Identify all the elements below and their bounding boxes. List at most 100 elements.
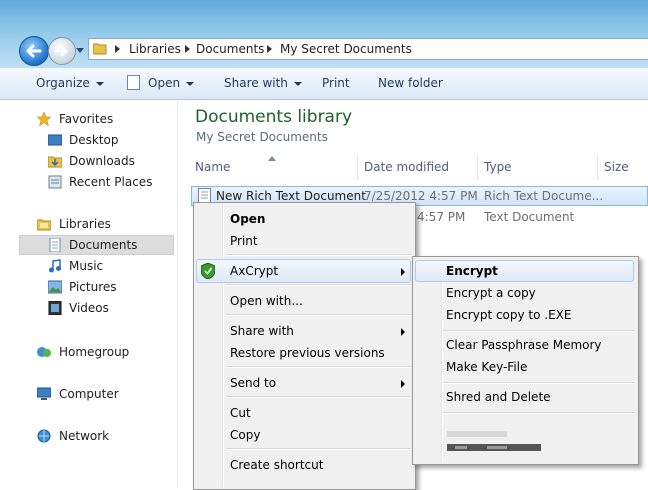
dropdown-arrow-icon [186, 81, 195, 86]
breadcrumb-separator-icon[interactable] [115, 45, 120, 53]
homegroup-icon [37, 347, 51, 357]
nav-item-downloads[interactable]: Downloads [0, 151, 177, 171]
menu-separator [226, 284, 411, 286]
computer-icon [37, 387, 51, 400]
menu-share-with[interactable]: Share with [230, 324, 294, 338]
menu-open[interactable]: Open [230, 212, 265, 226]
column-divider[interactable] [357, 154, 358, 180]
nav-item-desktop[interactable]: Desktop [0, 130, 177, 150]
videos-icon [48, 301, 62, 315]
music-icon [49, 259, 61, 273]
menu-separator [226, 448, 411, 450]
column-header-name[interactable]: Name [195, 160, 230, 174]
organize-label: Organize [36, 76, 90, 90]
nav-item-favorites[interactable]: Favorites [0, 109, 177, 129]
context-menu: Open Print AxCrypt Open with... Share wi… [193, 202, 416, 490]
desktop-icon [48, 134, 62, 146]
network-icon [37, 429, 51, 443]
column-header-type[interactable]: Type [484, 160, 512, 174]
menu-separator [443, 412, 634, 414]
dropdown-arrow-icon [95, 81, 104, 86]
menu-gutter [441, 259, 443, 462]
nav-item-pictures[interactable]: Pictures [0, 277, 177, 297]
column-header-size[interactable]: Size [604, 160, 629, 174]
nav-label: Videos [69, 301, 109, 315]
menu-send-to[interactable]: Send to [230, 376, 276, 390]
submenu-encrypt-copy[interactable]: Encrypt a copy [446, 286, 536, 300]
document-icon [127, 75, 140, 90]
menu-cut[interactable]: Cut [230, 406, 251, 420]
pictures-icon [48, 280, 62, 294]
menu-item-highlight [196, 259, 411, 283]
nav-item-computer[interactable]: Computer [0, 384, 177, 404]
submenu-clear-passphrase-memory[interactable]: Clear Passphrase Memory [446, 338, 602, 352]
nav-label: Pictures [69, 280, 117, 294]
nav-label: Homegroup [59, 345, 130, 359]
nav-label: Desktop [69, 133, 119, 147]
nav-label: Music [69, 259, 104, 273]
nav-item-documents[interactable]: Documents [0, 235, 177, 255]
nav-label: Documents [69, 238, 138, 252]
submenu-shred-and-delete[interactable]: Shred and Delete [446, 390, 551, 404]
recent-pages-dropdown-icon[interactable] [76, 46, 84, 54]
dropdown-arrow-icon [293, 81, 302, 86]
share-with-label: Share with [224, 76, 288, 90]
nav-item-network[interactable]: Network [0, 426, 177, 446]
menu-axcrypt[interactable]: AxCrypt [230, 264, 278, 278]
nav-label: Computer [59, 387, 119, 401]
axcrypt-shield-icon [201, 263, 215, 279]
nav-item-recent-places[interactable]: Recent Places [0, 172, 177, 192]
nav-label: Libraries [59, 217, 111, 231]
menu-create-shortcut[interactable]: Create shortcut [230, 458, 323, 472]
navigation-pane: Favorites Desktop Downloads Recent Place… [0, 100, 178, 488]
nav-label: Network [59, 429, 110, 443]
nav-label: Downloads [69, 154, 135, 168]
print-button[interactable]: Print [322, 76, 350, 90]
column-divider[interactable] [597, 154, 598, 180]
breadcrumb-separator-icon[interactable] [185, 45, 190, 53]
menu-restore-previous-versions[interactable]: Restore previous versions [230, 346, 385, 360]
nav-item-homegroup[interactable]: Homegroup [0, 342, 177, 362]
menu-print[interactable]: Print [230, 234, 258, 248]
breadcrumb-separator-icon[interactable] [267, 45, 272, 53]
column-divider[interactable] [477, 154, 478, 180]
downloads-folder-icon [48, 156, 62, 168]
menu-separator [443, 330, 634, 332]
forward-button[interactable] [48, 37, 76, 65]
submenu-arrow-icon [401, 268, 405, 276]
share-with-button[interactable]: Share with [224, 76, 302, 90]
obscured-menu-items [447, 431, 541, 451]
submenu-arrow-icon [401, 328, 405, 336]
nav-item-music[interactable]: Music [0, 256, 177, 276]
nav-item-libraries[interactable]: Libraries [0, 214, 177, 234]
menu-gutter [222, 205, 224, 487]
library-title: Documents library [195, 107, 353, 127]
organize-button[interactable]: Organize [36, 76, 104, 90]
open-button[interactable]: Open [148, 76, 195, 90]
address-input[interactable]: Libraries Documents My Secret Documents [88, 38, 648, 60]
menu-separator [226, 254, 411, 256]
menu-copy[interactable]: Copy [230, 428, 260, 442]
submenu-encrypt[interactable]: Encrypt [446, 264, 498, 278]
open-label: Open [148, 76, 181, 90]
submenu-make-key-file[interactable]: Make Key-File [446, 360, 527, 374]
breadcrumb-my-secret-documents[interactable]: My Secret Documents [280, 42, 412, 56]
axcrypt-submenu: Encrypt Encrypt a copy Encrypt copy to .… [412, 256, 639, 465]
libraries-icon [37, 219, 51, 231]
menu-separator [226, 396, 411, 398]
menu-separator [226, 366, 411, 368]
documents-icon [49, 238, 61, 252]
menu-open-with[interactable]: Open with... [230, 294, 303, 308]
address-bar-area: Libraries Documents My Secret Documents [0, 0, 648, 68]
forward-arrow-icon [54, 45, 68, 57]
nav-label: Favorites [59, 112, 114, 126]
submenu-encrypt-copy-exe[interactable]: Encrypt copy to .EXE [446, 308, 572, 322]
back-button[interactable] [19, 36, 49, 66]
command-bar: Organize Open Share with Print New folde… [0, 68, 648, 100]
column-header-date-modified[interactable]: Date modified [364, 160, 449, 174]
nav-item-videos[interactable]: Videos [0, 298, 177, 318]
breadcrumb-libraries[interactable]: Libraries [129, 42, 181, 56]
breadcrumb-documents[interactable]: Documents [196, 42, 264, 56]
new-folder-button[interactable]: New folder [378, 76, 443, 90]
back-arrow-icon [26, 44, 42, 58]
